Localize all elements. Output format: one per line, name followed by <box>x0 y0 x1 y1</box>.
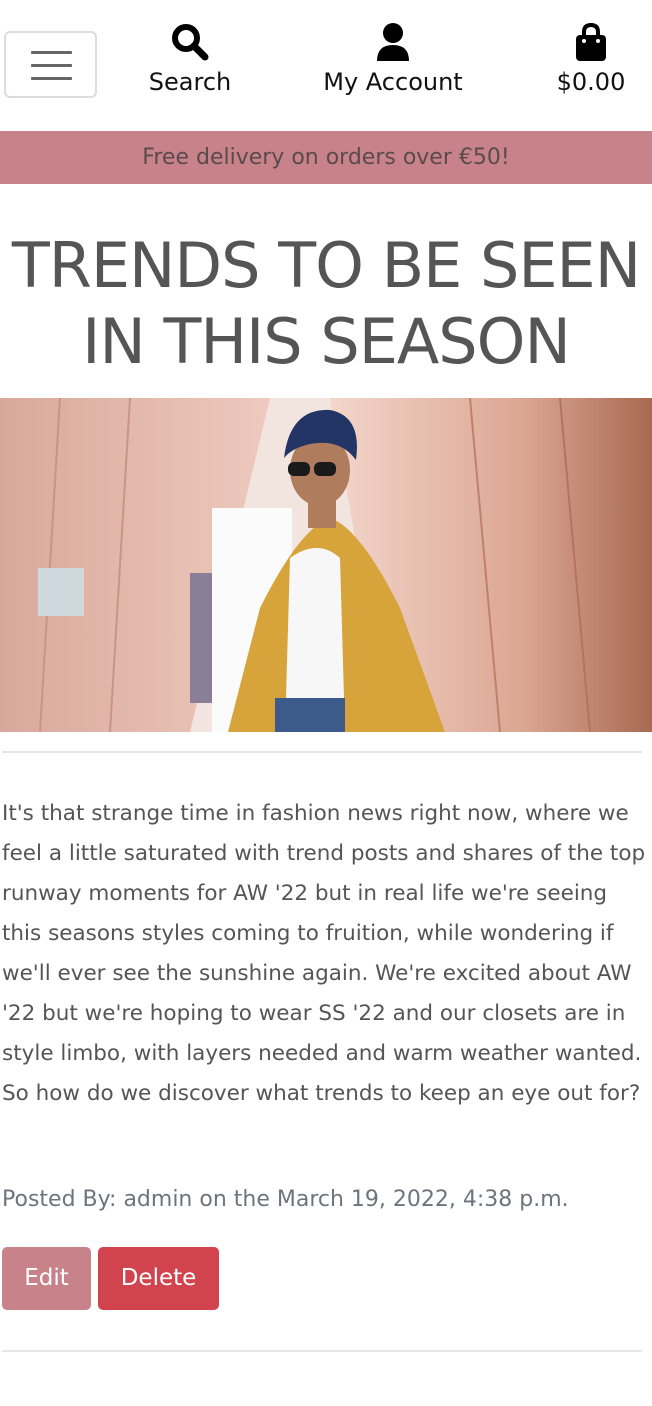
hamburger-icon-line <box>31 77 72 80</box>
menu-toggle-button[interactable] <box>4 31 97 98</box>
search-icon <box>172 24 209 61</box>
divider <box>2 751 642 753</box>
post-body: It's that strange time in fashion news r… <box>2 801 646 1106</box>
delete-button[interactable]: Delete <box>98 1247 219 1310</box>
my-account-link[interactable]: My Account <box>300 22 486 97</box>
shopping-bag-icon <box>576 22 606 61</box>
post-title-line-1: TRENDS TO BE SEEN <box>11 229 641 302</box>
user-icon <box>377 23 409 61</box>
post-title-line-2: IN THIS SEASON <box>82 305 571 378</box>
search-link[interactable]: Search <box>130 22 250 97</box>
divider <box>2 1350 642 1352</box>
search-label: Search <box>148 68 232 96</box>
free-delivery-banner: Free delivery on orders over €50! <box>0 131 652 184</box>
shopping-bag-link[interactable]: $0.00 <box>540 22 642 97</box>
fashion-photo <box>0 398 652 732</box>
hamburger-icon-line <box>31 64 72 67</box>
edit-button[interactable]: Edit <box>2 1247 91 1310</box>
post-title: TRENDS TO BE SEEN IN THIS SEASON <box>0 228 652 380</box>
post-meta: Posted By: admin on the March 19, 2022, … <box>2 1187 569 1212</box>
bag-total: $0.00 <box>556 68 626 96</box>
hamburger-icon <box>31 51 72 54</box>
my-account-label: My Account <box>323 68 463 96</box>
top-navbar: Search My Account $0.00 <box>0 0 652 131</box>
post-hero-image <box>0 398 652 732</box>
